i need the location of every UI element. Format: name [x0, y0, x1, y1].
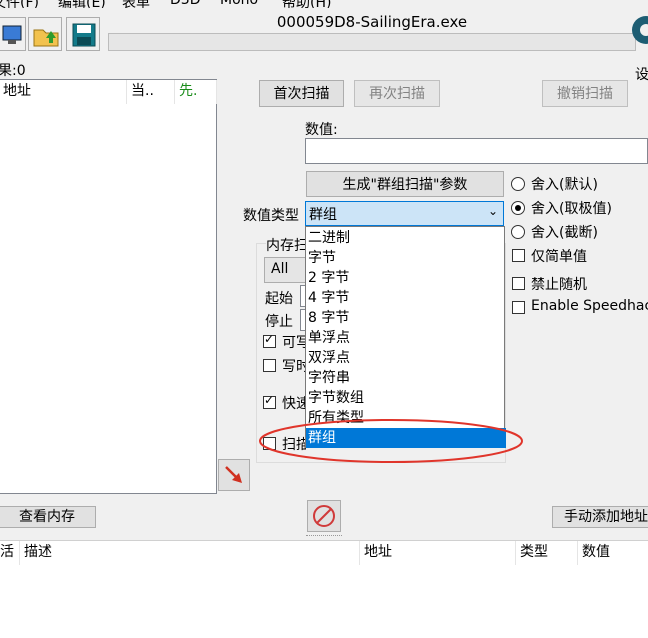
monitor-icon — [2, 25, 22, 44]
menu-d3d[interactable]: D3D — [170, 0, 200, 8]
group-scan-params-button[interactable]: 生成"群组扫描"参数 — [306, 171, 504, 197]
value-type-option[interactable]: 双浮点 — [306, 348, 506, 368]
col-cheat-address[interactable]: 地址 — [360, 541, 516, 565]
open-folder-icon — [33, 29, 59, 47]
col-previous[interactable]: 先. — [175, 80, 217, 104]
value-type-selected: 群组 — [309, 207, 337, 223]
value-type-select[interactable]: 群组 ⌄ — [305, 201, 504, 226]
chevron-down-icon: ⌄ — [487, 204, 498, 218]
speedhack-checkbox[interactable] — [512, 301, 525, 314]
value-type-option[interactable]: 二进制 — [306, 228, 506, 248]
value-label: 数值: — [305, 122, 338, 138]
round-truncate-radio[interactable] — [511, 225, 525, 239]
open-process-button[interactable] — [0, 17, 26, 51]
value-input[interactable] — [305, 138, 648, 164]
gear-icon — [632, 16, 648, 44]
add-to-list-button[interactable] — [218, 459, 250, 491]
clear-list-button[interactable] — [307, 500, 341, 532]
menu-table[interactable]: 表单 — [122, 0, 150, 8]
view-memory-button[interactable]: 查看内存 — [0, 506, 96, 528]
round-truncate-label: 舍入(截断) — [531, 225, 598, 241]
col-current[interactable]: 当.. — [127, 80, 175, 104]
stop-label: 停止 — [265, 314, 293, 330]
menu-edit[interactable]: 编辑(E) — [58, 0, 106, 8]
value-type-option[interactable]: 8 字节 — [306, 308, 506, 328]
round-default-label: 舍入(默认) — [531, 177, 598, 193]
results-list[interactable]: 地址 当.. 先. — [0, 79, 217, 494]
value-type-option[interactable]: 2 字节 — [306, 268, 506, 288]
round-extreme-label: 舍入(取极值) — [531, 201, 612, 217]
col-active[interactable]: 活 — [0, 541, 20, 565]
simple-values-checkbox[interactable] — [512, 249, 525, 262]
round-extreme-radio[interactable] — [511, 201, 525, 215]
menu-file[interactable]: 文件(F) — [0, 0, 39, 8]
no-random-label: 禁止随机 — [531, 277, 587, 293]
value-type-option[interactable]: 4 字节 — [306, 288, 506, 308]
menu-mono[interactable]: Mono — [220, 0, 258, 8]
scan-progress-bar — [108, 33, 636, 51]
cheat-table[interactable]: 活 描述 地址 类型 数值 — [0, 540, 648, 638]
value-type-option[interactable]: 单浮点 — [306, 328, 506, 348]
settings-button[interactable]: 设 — [630, 12, 648, 83]
col-type[interactable]: 类型 — [516, 541, 578, 565]
splitter-handle[interactable] — [306, 535, 342, 538]
col-description[interactable]: 描述 — [20, 541, 360, 565]
add-address-button[interactable]: 手动添加地址 — [552, 506, 648, 528]
value-type-option[interactable]: 字符串 — [306, 368, 506, 388]
writable-checkbox[interactable] — [263, 332, 276, 348]
undo-scan-button[interactable]: 撤销扫描 — [542, 80, 628, 107]
process-title: 000059D8-SailingEra.exe — [276, 13, 468, 31]
red-arrow-icon — [225, 466, 242, 483]
annotation-ellipse — [259, 419, 523, 463]
next-scan-button[interactable]: 再次扫描 — [354, 80, 440, 107]
value-type-option[interactable]: 字节 — [306, 248, 506, 268]
no-entry-icon — [313, 505, 335, 527]
col-address[interactable]: 地址 — [0, 80, 127, 104]
value-type-label: 数值类型 — [243, 208, 299, 224]
menu-help[interactable]: 帮助(H) — [282, 0, 331, 8]
open-file-button[interactable] — [28, 17, 62, 51]
save-disk-icon — [72, 23, 96, 47]
settings-label: 设 — [635, 67, 648, 83]
simple-values-label: 仅简单值 — [531, 249, 587, 265]
fast-scan-checkbox[interactable] — [263, 393, 276, 409]
value-type-option[interactable]: 字节数组 — [306, 388, 506, 408]
first-scan-button[interactable]: 首次扫描 — [259, 80, 344, 107]
speedhack-label: Enable Speedhack — [531, 298, 648, 314]
memory-region-value: All — [271, 261, 289, 277]
no-random-checkbox[interactable] — [512, 277, 525, 290]
save-button[interactable] — [66, 17, 100, 51]
round-default-radio[interactable] — [511, 177, 525, 191]
start-label: 起始 — [265, 291, 293, 307]
found-count: 果:0 — [0, 63, 26, 79]
col-value[interactable]: 数值 — [578, 541, 648, 565]
menu-bar: 文件(F) 编辑(E) 表单 D3D Mono 帮助(H) — [0, 0, 648, 8]
copy-on-write-checkbox[interactable] — [263, 359, 276, 372]
memory-scan-group-label: 内存扫 — [266, 235, 308, 255]
